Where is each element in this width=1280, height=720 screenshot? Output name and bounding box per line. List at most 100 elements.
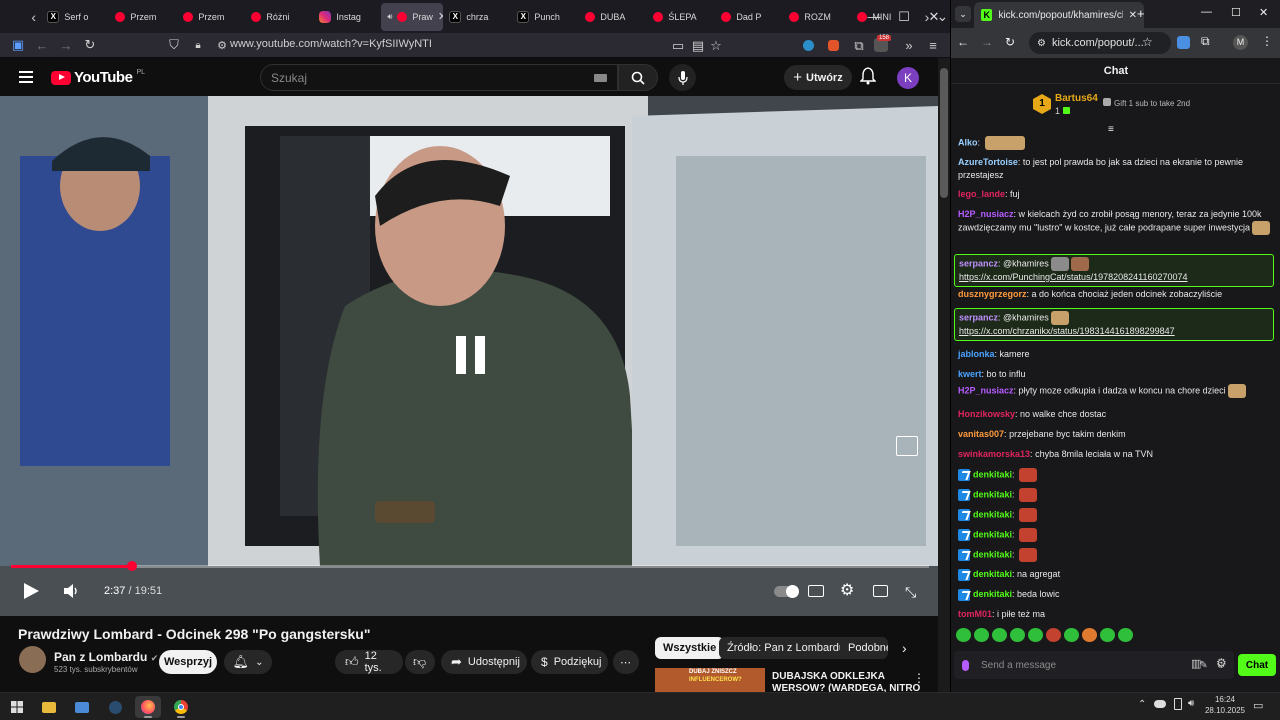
keyboard-icon[interactable] [594, 73, 607, 82]
chips-next-chevron-icon[interactable]: › [902, 640, 907, 656]
search-input[interactable]: Szukaj [260, 64, 618, 91]
page-scrollbar[interactable] [938, 58, 950, 692]
chat-link[interactable]: https://x.com/chrzanikx/status/198314416… [959, 326, 1175, 336]
audio-playing-icon[interactable]: 🔊︎ [387, 12, 392, 22]
pause-overlay-icon[interactable] [456, 336, 486, 374]
video-player[interactable] [0, 96, 938, 616]
chat-username[interactable]: jablonka [958, 349, 995, 359]
extensions-icon[interactable]: ⧉ [847, 38, 871, 54]
subtitles-icon[interactable] [808, 585, 824, 597]
overflow-chevron-icon[interactable]: » [897, 38, 921, 53]
lock-icon[interactable]: 🔒︎ [186, 40, 210, 51]
chrome-close-icon[interactable]: ✕ [1259, 6, 1268, 19]
send-chat-button[interactable]: Chat [1238, 654, 1276, 676]
chat-emote-icon[interactable] [1019, 488, 1038, 502]
quick-emote-icon[interactable] [1082, 628, 1097, 642]
chat-username[interactable]: H2P_nusiacz [958, 385, 1014, 395]
chat-emote-icon[interactable] [1050, 311, 1069, 325]
tab-list-icon[interactable]: ‹ [0, 9, 41, 25]
chrome-extension-icon[interactable] [1177, 36, 1190, 49]
create-button[interactable]: + Utwórz [784, 65, 852, 90]
browser-tab[interactable]: DUBA [579, 0, 647, 33]
browser-tab[interactable]: Xchrza [443, 0, 511, 33]
volume-tray-icon[interactable]: 🔊︎ [1188, 698, 1194, 709]
quick-emote-icon[interactable] [1064, 628, 1079, 642]
pinned-gifter[interactable]: 1 Bartus64 1 Gift 1 sub to take 2nd [951, 85, 1280, 125]
browser-tab[interactable]: X Punch [511, 0, 579, 33]
store-icon[interactable]: ▥ [1191, 657, 1201, 670]
ublock-extension-icon[interactable] [828, 40, 839, 51]
chrome-active-tab[interactable]: K kick.com/popout/khamires/chat ✕ [974, 2, 1144, 28]
miniplayer-overlay-icon[interactable] [896, 436, 918, 456]
play-button[interactable] [22, 582, 40, 600]
collapse-pinned-icon[interactable]: ≡ [1108, 125, 1114, 135]
chat-emote-icon[interactable] [1050, 257, 1069, 271]
volume-button[interactable] [63, 584, 79, 598]
fullscreen-icon[interactable]: ⤡ [905, 584, 916, 601]
chat-username[interactable]: denkitaki [973, 469, 1012, 479]
notifications-bell-icon[interactable] [860, 67, 876, 85]
like-button[interactable]: 👍︎ 12 tys. [335, 650, 403, 674]
hamburger-menu-icon[interactable] [19, 71, 33, 83]
url-field[interactable]: www.youtube.com/watch?v=KyfSIIWyNTI [230, 38, 432, 50]
chat-username[interactable]: lego_lande [958, 189, 1005, 199]
chrome-extensions-icon[interactable]: ⧉ [1201, 34, 1210, 49]
chat-emote-icon[interactable] [1252, 221, 1271, 235]
browser-tab[interactable]: X Serf o [41, 0, 109, 33]
youtube-logo[interactable]: YouTube PL [51, 69, 145, 86]
quick-emote-icon[interactable] [956, 628, 971, 642]
quick-emote-icon[interactable] [974, 628, 989, 642]
channel-avatar[interactable] [19, 646, 46, 673]
chrome-menu-icon[interactable]: ⋮ [1261, 34, 1273, 48]
tray-overflow-icon[interactable]: ⌃ [1138, 699, 1146, 710]
chat-username[interactable]: Honzikowsky [958, 409, 1015, 419]
quick-emote-icon[interactable] [1028, 628, 1043, 642]
voice-search-button[interactable] [669, 64, 696, 91]
chat-emote-icon[interactable] [984, 136, 1025, 150]
system-clock[interactable]: 16:24 28.10.2025 [1200, 694, 1250, 716]
chat-username[interactable]: serpancz [959, 258, 998, 268]
chrome-bookmark-icon[interactable]: ☆ [1142, 35, 1153, 49]
chat-emote-icon[interactable] [1070, 257, 1089, 271]
chip-all[interactable]: Wszystkie [655, 637, 725, 659]
theater-mode-icon[interactable] [873, 585, 888, 597]
chip-source[interactable]: Źródło: Pan z Lombardu [719, 637, 854, 659]
file-explorer-icon[interactable] [36, 696, 62, 718]
shield-icon[interactable]: ⛉ [162, 37, 186, 53]
browser-tab[interactable]: ŚLEPA [647, 0, 715, 33]
progress-bar[interactable] [11, 561, 929, 571]
back-icon[interactable]: ← [30, 38, 54, 53]
chrome-reload-icon[interactable]: ↻ [1005, 35, 1015, 49]
quick-emote-icon[interactable] [1046, 628, 1061, 642]
quick-emote-icon[interactable] [1118, 628, 1133, 642]
settings-gear-icon[interactable]: ⚙ [840, 583, 854, 599]
chat-username[interactable]: denkitaki [973, 549, 1012, 559]
sidebar-icon[interactable]: ▣ [6, 37, 30, 53]
chrome-minimize-icon[interactable]: — [1201, 6, 1212, 18]
recommended-more-icon[interactable]: ⋮ [913, 671, 925, 685]
chat-username[interactable]: swinkamorska13 [958, 449, 1030, 459]
chat-username[interactable]: tomM01 [958, 609, 992, 619]
chat-username[interactable]: denkitaki [973, 529, 1012, 539]
gift-prompt[interactable]: Gift 1 sub to take 2nd [1103, 98, 1190, 108]
chrome-taskbar-icon[interactable] [168, 696, 194, 718]
tab-search-icon[interactable]: ⌄ [955, 6, 971, 22]
dislike-button[interactable]: 👎︎ [405, 650, 435, 674]
chat-username[interactable]: H2P_nusiacz [958, 209, 1014, 219]
chat-username[interactable]: kwert [958, 369, 982, 379]
browser-tab[interactable]: Różni [245, 0, 313, 33]
maximize-icon[interactable]: ☐ [888, 0, 920, 33]
close-window-icon[interactable]: ✕ [918, 0, 950, 33]
thanks-button[interactable]: $ Podziękuj [531, 650, 608, 674]
reload-icon[interactable]: ↻ [78, 37, 102, 53]
chat-username[interactable]: vanitas007 [958, 429, 1004, 439]
more-actions-button[interactable]: ⋯ [613, 650, 639, 674]
extension-badge-icon[interactable]: 158 [874, 35, 892, 52]
chrome-maximize-icon[interactable]: ☐ [1231, 6, 1241, 19]
chat-emote-icon[interactable] [1227, 384, 1246, 398]
chat-emote-icon[interactable] [1019, 528, 1038, 542]
chat-username[interactable]: AzureTortoise [958, 157, 1018, 167]
chat-link[interactable]: https://x.com/PunchingCat/status/1978208… [959, 272, 1188, 282]
close-tab-icon[interactable]: ✕ [1129, 10, 1137, 21]
forward-icon[interactable]: → [54, 38, 78, 53]
